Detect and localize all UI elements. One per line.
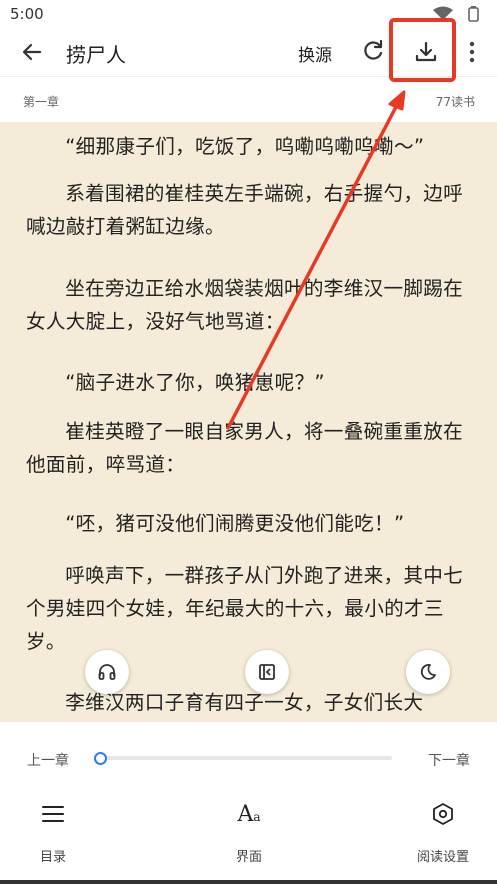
prev-chapter-button[interactable]: 上一章: [27, 750, 69, 770]
nav-toc[interactable]: 目录: [8, 802, 98, 865]
menu-list-icon: [42, 806, 64, 822]
nav-interface[interactable]: Aa 界面: [204, 802, 294, 865]
nav-reading-settings[interactable]: 阅读设置: [398, 802, 488, 865]
nav-label: 目录: [39, 850, 66, 865]
font-aa-icon: Aa: [237, 802, 261, 827]
progress-slider-thumb[interactable]: [94, 752, 107, 765]
system-nav-bar: [0, 880, 497, 884]
bottom-panel: 上一章 下一章 目录 Aa 界面 阅读设置: [0, 722, 497, 884]
nav-label: 界面: [235, 850, 262, 865]
next-chapter-button[interactable]: 下一章: [428, 750, 470, 770]
nav-label: 阅读设置: [416, 850, 469, 865]
settings-hexagon-icon: [433, 803, 453, 825]
progress-slider[interactable]: [96, 756, 392, 760]
